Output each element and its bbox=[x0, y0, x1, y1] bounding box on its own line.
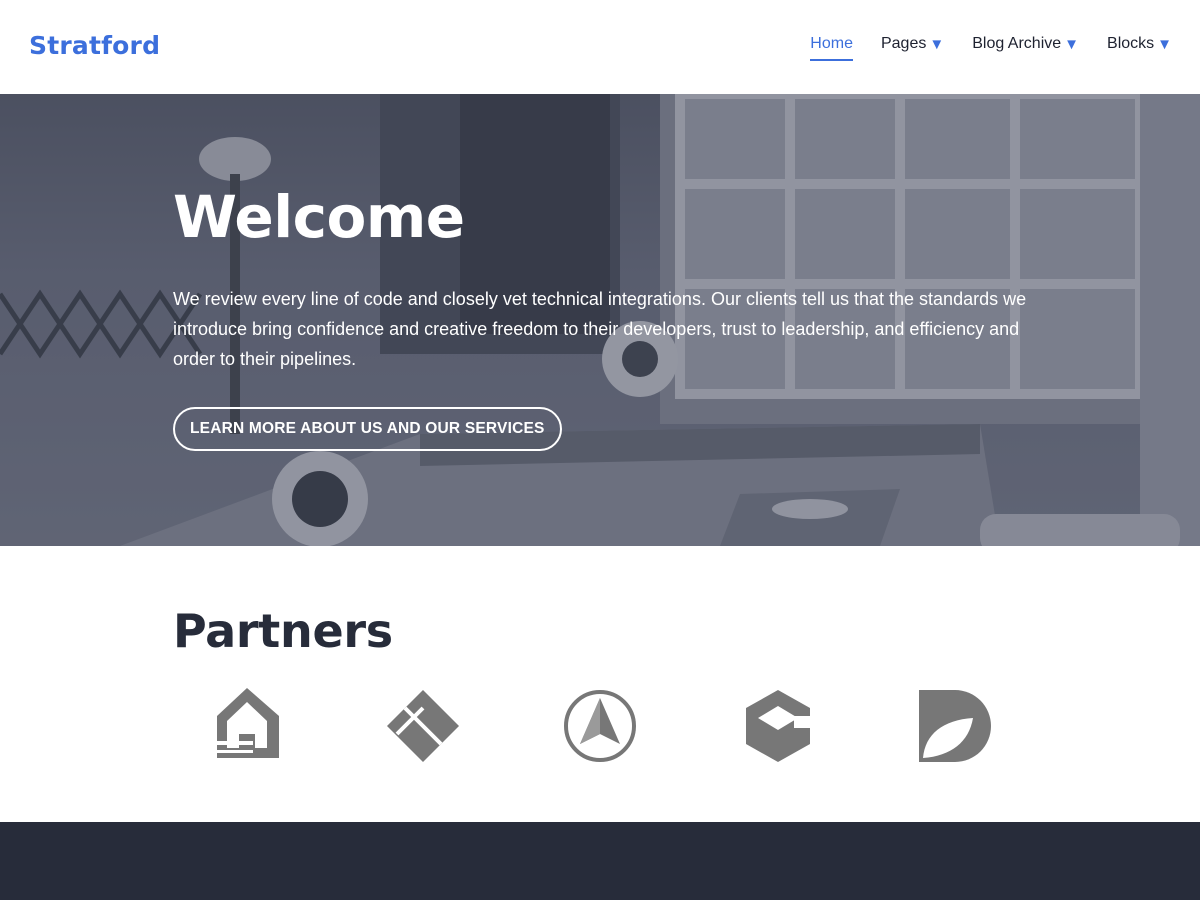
hero-content: Welcome We review every line of code and… bbox=[173, 183, 1043, 451]
hexagon-logo-icon bbox=[746, 690, 812, 762]
house-logo-icon bbox=[217, 688, 279, 758]
hero-description: We review every line of code and closely… bbox=[173, 288, 1027, 369]
partner-logos bbox=[173, 686, 1033, 766]
nav-item-blocks[interactable]: Blocks ▼ bbox=[1107, 35, 1172, 55]
nav-item-blog-archive[interactable]: Blog Archive ▼ bbox=[972, 35, 1079, 55]
nav-item-home[interactable]: Home bbox=[810, 35, 853, 61]
compass-arrow-logo-icon bbox=[564, 690, 636, 762]
site-header: Stratford Home Pages ▼ Blog Archive ▼ Bl… bbox=[0, 0, 1200, 94]
main-nav: Home Pages ▼ Blog Archive ▼ Blocks ▼ bbox=[782, 35, 1172, 61]
learn-more-button[interactable]: LEARN MORE ABOUT US AND OUR SERVICES bbox=[173, 406, 562, 451]
partners-heading: Partners bbox=[173, 604, 393, 658]
site-title-link[interactable]: Stratford bbox=[29, 31, 160, 60]
leaf-d-logo-icon bbox=[919, 690, 991, 762]
nav-item-label: Home bbox=[810, 35, 853, 52]
diamond-logo-icon bbox=[387, 690, 459, 762]
nav-item-label: Blocks bbox=[1107, 35, 1155, 52]
nav-item-label: Pages bbox=[880, 35, 927, 52]
hero-section: Welcome We review every line of code and… bbox=[0, 94, 1200, 546]
nav-item-label: Blog Archive bbox=[972, 35, 1062, 52]
hero-title: Welcome bbox=[173, 183, 465, 251]
caret-down-icon: ▼ bbox=[1157, 35, 1172, 53]
partners-section: Partners bbox=[0, 546, 1200, 822]
nav-item-pages[interactable]: Pages ▼ bbox=[881, 35, 944, 55]
caret-down-icon: ▼ bbox=[1064, 35, 1080, 53]
caret-down-icon: ▼ bbox=[929, 35, 945, 53]
footer-band bbox=[0, 822, 1200, 900]
